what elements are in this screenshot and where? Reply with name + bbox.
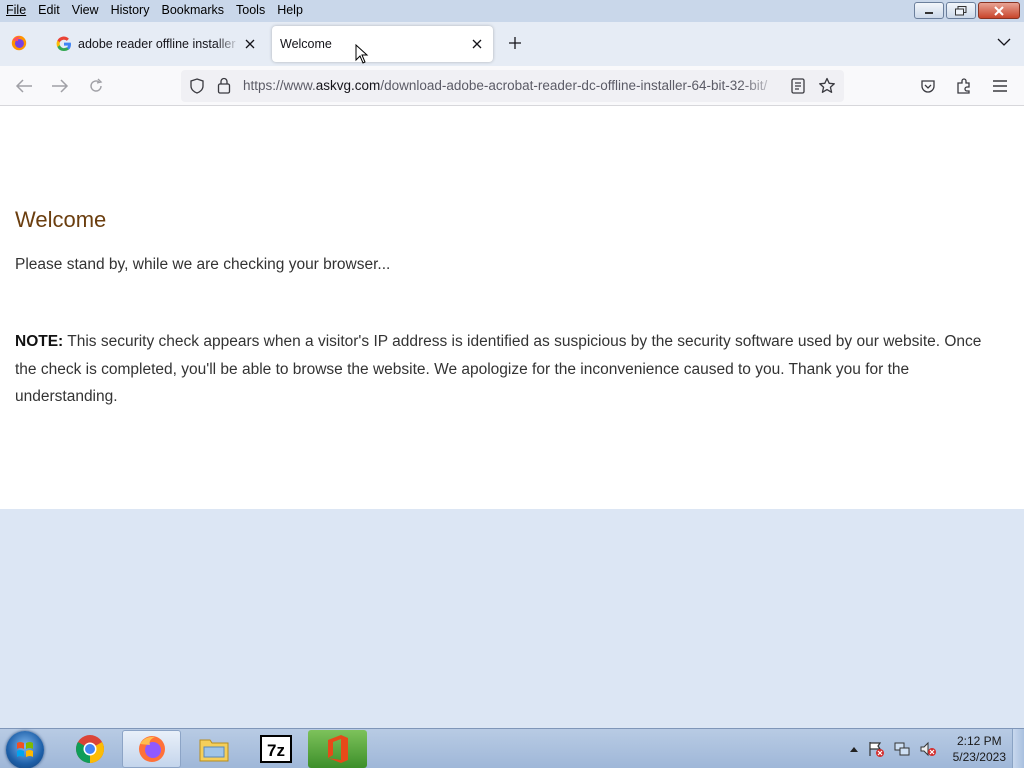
mouse-cursor-icon bbox=[355, 44, 369, 64]
plus-icon bbox=[509, 37, 521, 49]
menu-bookmarks[interactable]: Bookmarks bbox=[155, 3, 230, 17]
page-title: Welcome bbox=[15, 207, 107, 232]
tab-google-search[interactable]: adobe reader offline installer - Google … bbox=[48, 26, 266, 62]
show-hidden-icons-icon[interactable] bbox=[849, 745, 859, 753]
menu-view[interactable]: View bbox=[66, 3, 105, 17]
pocket-button[interactable] bbox=[918, 76, 938, 96]
tab-strip: adobe reader offline installer - Google … bbox=[0, 22, 1024, 66]
firefox-view-icon[interactable] bbox=[10, 34, 28, 52]
minimize-button[interactable] bbox=[914, 2, 944, 19]
shield-icon[interactable] bbox=[189, 78, 205, 94]
google-icon bbox=[56, 36, 71, 52]
back-button[interactable] bbox=[14, 76, 34, 96]
close-tab-button[interactable] bbox=[467, 34, 487, 54]
restore-button[interactable] bbox=[946, 2, 976, 19]
menu-bar: File Edit View History Bookmarks Tools H… bbox=[0, 0, 309, 20]
taskbar: 7z 2:12 PM 5/23/2023 bbox=[0, 728, 1024, 768]
chrome-icon bbox=[75, 735, 104, 763]
taskbar-office[interactable] bbox=[308, 730, 367, 768]
close-window-button[interactable] bbox=[978, 2, 1020, 19]
close-icon bbox=[245, 39, 255, 49]
close-tab-button[interactable] bbox=[240, 34, 260, 54]
new-tab-button[interactable] bbox=[505, 33, 525, 53]
network-icon[interactable] bbox=[893, 740, 911, 758]
menu-edit[interactable]: Edit bbox=[32, 3, 66, 17]
close-icon bbox=[472, 39, 482, 49]
arrow-right-icon bbox=[52, 79, 69, 93]
window-titlebar: File Edit View History Bookmarks Tools H… bbox=[0, 0, 1024, 22]
url-text[interactable]: https://www.askvg.com/download-adobe-acr… bbox=[243, 78, 783, 93]
url-host: askvg.com bbox=[315, 78, 381, 93]
standby-message: Please stand by, while we are checking y… bbox=[15, 256, 391, 273]
note-text: This security check appears when a visit… bbox=[15, 333, 982, 405]
taskbar-file-explorer[interactable] bbox=[184, 730, 243, 768]
taskbar-firefox[interactable] bbox=[122, 730, 181, 768]
taskbar-7zip[interactable]: 7z bbox=[246, 730, 305, 768]
system-tray: 2:12 PM 5/23/2023 bbox=[849, 729, 1006, 768]
folder-icon bbox=[199, 739, 228, 762]
restore-icon bbox=[955, 5, 967, 15]
firefox-icon bbox=[138, 736, 165, 762]
volume-muted-icon[interactable] bbox=[919, 740, 937, 758]
navigation-toolbar: https://www.askvg.com/download-adobe-acr… bbox=[0, 66, 1024, 106]
7zip-icon: 7z bbox=[259, 735, 292, 763]
note-label: NOTE: bbox=[15, 333, 64, 350]
taskbar-chrome[interactable] bbox=[60, 730, 119, 768]
reload-button[interactable] bbox=[86, 76, 106, 96]
start-button[interactable] bbox=[6, 731, 44, 768]
menu-history[interactable]: History bbox=[105, 3, 156, 17]
office-icon bbox=[327, 735, 348, 763]
url-prefix: https://www. bbox=[243, 78, 316, 93]
clock-date: 5/23/2023 bbox=[952, 750, 1006, 764]
app-menu-button[interactable] bbox=[990, 76, 1010, 96]
menu-tools[interactable]: Tools bbox=[230, 3, 271, 17]
page-content: Welcome Please stand by, while we are ch… bbox=[0, 106, 1024, 509]
star-icon[interactable] bbox=[818, 77, 836, 95]
url-path: /download-adobe-acrobat-reader-dc-offlin… bbox=[380, 78, 768, 93]
pocket-icon bbox=[921, 80, 935, 93]
forward-button[interactable] bbox=[50, 76, 70, 96]
menu-file[interactable]: File bbox=[0, 3, 32, 17]
reload-icon bbox=[90, 78, 103, 92]
hamburger-menu-icon bbox=[993, 80, 1007, 92]
menu-help[interactable]: Help bbox=[271, 3, 309, 17]
security-note: NOTE: This security check appears when a… bbox=[15, 328, 1005, 411]
clock-time: 2:12 PM bbox=[956, 734, 1002, 748]
window-controls bbox=[914, 2, 1020, 19]
lock-icon[interactable] bbox=[217, 77, 231, 94]
reader-view-icon[interactable] bbox=[791, 78, 805, 94]
minimize-icon bbox=[925, 11, 933, 14]
clock[interactable]: 2:12 PM 5/23/2023 bbox=[953, 733, 1006, 765]
svg-text:7z: 7z bbox=[267, 741, 285, 760]
puzzle-icon bbox=[957, 78, 970, 94]
arrow-left-icon bbox=[15, 79, 32, 93]
tab-welcome[interactable]: Welcome bbox=[272, 26, 493, 62]
action-center-icon[interactable] bbox=[867, 740, 885, 758]
url-bar[interactable]: https://www.askvg.com/download-adobe-acr… bbox=[181, 70, 844, 102]
close-icon bbox=[994, 5, 1004, 16]
list-all-tabs-button[interactable] bbox=[996, 34, 1012, 50]
show-desktop-button[interactable] bbox=[1012, 729, 1024, 768]
tab-label: Welcome bbox=[280, 37, 332, 51]
tab-label: adobe reader offline installer - Google … bbox=[78, 37, 240, 51]
windows-logo-icon bbox=[17, 742, 33, 757]
extensions-button[interactable] bbox=[954, 76, 974, 96]
